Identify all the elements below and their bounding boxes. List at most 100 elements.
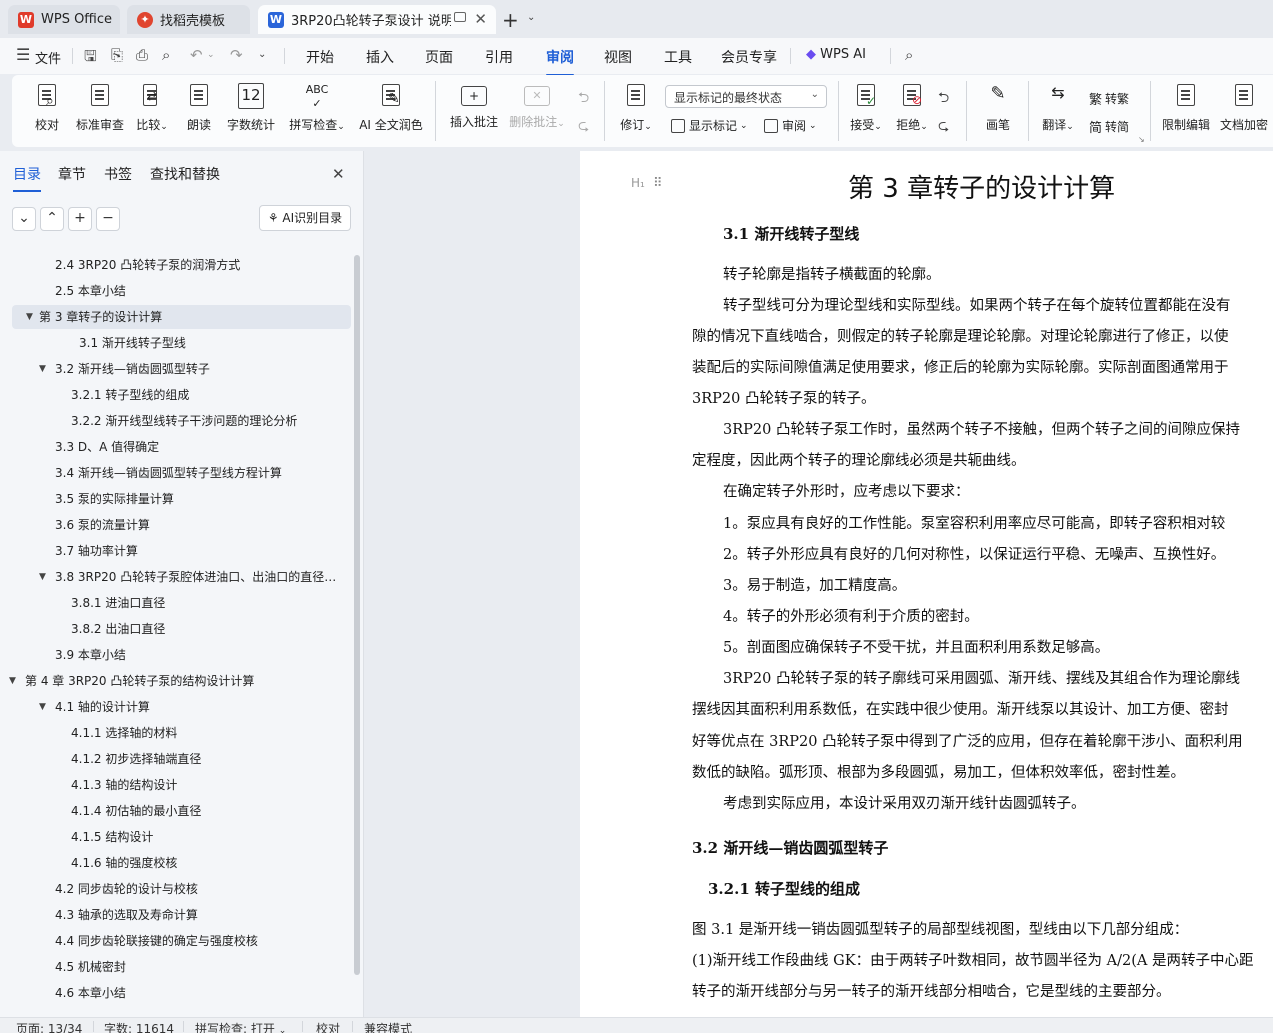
add-heading-icon[interactable]: +	[68, 207, 92, 231]
revise-button[interactable]: 修订⌄	[616, 83, 656, 133]
insert-comment-button[interactable]: + 插入批注	[446, 83, 502, 130]
toc-item[interactable]: 4.1.3 轴的结构设计	[71, 773, 346, 797]
menu-member[interactable]: 会员专享	[721, 47, 777, 67]
collapse-toggle-icon[interactable]: ▼	[39, 695, 46, 719]
tab-bookmarks[interactable]: 书签	[104, 164, 132, 184]
delete-comment-button[interactable]: ✕ 删除批注⌄	[506, 83, 568, 130]
next-change-icon[interactable]: ⮎	[938, 115, 949, 139]
previous-change-icon[interactable]: ⮌	[938, 87, 949, 111]
toc-item[interactable]: 3.7 轴功率计算	[55, 539, 346, 563]
collapse-toggle-icon[interactable]: ▼	[39, 565, 46, 589]
next-comment-icon[interactable]: ⮎	[578, 115, 589, 139]
doc-encrypt-button[interactable]: 文档加密	[1218, 83, 1270, 133]
toc-item[interactable]: 3.3 D、A 值得确定	[55, 435, 346, 459]
toc-item[interactable]: 3.8.2 出油口直径	[71, 617, 346, 641]
tab-sections[interactable]: 章节	[58, 164, 86, 184]
spell-check-status[interactable]: 拼写检查: 打开 ⌄	[195, 1020, 286, 1033]
menu-review[interactable]: 审阅	[546, 47, 574, 76]
menu-view[interactable]: 视图	[604, 47, 632, 67]
toc-item[interactable]: 4.1.1 选择轴的材料	[71, 721, 346, 745]
read-aloud-button[interactable]: 朗读	[180, 83, 218, 133]
accept-button[interactable]: ✓ 接受⌄	[846, 83, 886, 133]
toc-item[interactable]: 3.8.1 进油口直径	[71, 591, 346, 615]
proofread-button[interactable]: ⌕ 校对	[28, 83, 66, 133]
word-count-button[interactable]: 12 字数统计	[224, 83, 278, 133]
menu-tools[interactable]: 工具	[664, 47, 692, 67]
toc-item[interactable]: 3.6 泵的流量计算	[55, 513, 346, 537]
heading-level-icon[interactable]: H₁	[631, 176, 645, 190]
hamburger-icon[interactable]: ☰	[16, 45, 30, 64]
page-indicator[interactable]: 页面: 13/34	[16, 1020, 82, 1033]
to-simplified-button[interactable]: 简 转简	[1089, 117, 1129, 136]
print-icon[interactable]: ⎙	[136, 46, 148, 64]
search-icon[interactable]: ⌕	[905, 46, 913, 64]
menu-page[interactable]: 页面	[425, 47, 453, 67]
review-pane-button[interactable]: 审阅 ⌄	[764, 117, 817, 134]
expand-all-icon[interactable]: ⌄	[12, 207, 36, 231]
device-icon[interactable]	[454, 12, 466, 22]
close-pane-icon[interactable]: ✕	[332, 165, 345, 183]
previous-comment-icon[interactable]: ⮌	[578, 87, 589, 111]
expand-icon[interactable]: ↘	[1138, 135, 1145, 144]
tab-wps-office[interactable]: W WPS Office	[8, 5, 120, 34]
to-traditional-button[interactable]: 繁 转繁	[1089, 89, 1129, 108]
print-preview-icon[interactable]: ⌕	[162, 46, 170, 64]
toc-item[interactable]: 4.3 轴承的选取及寿命计算	[55, 903, 346, 927]
toc-item[interactable]: 3.2.2 渐开线型线转子干涉问题的理论分析	[71, 409, 346, 433]
toc-item[interactable]: 3.4 渐开线—销齿圆弧型转子型线方程计算	[55, 461, 346, 485]
export-icon[interactable]: ⎘	[111, 46, 123, 64]
reject-button[interactable]: ⊘ 拒绝⌄	[892, 83, 932, 133]
tab-daoke-templates[interactable]: ✦ 找稻壳模板	[127, 5, 250, 34]
compare-button[interactable]: ⇄ 比较⌄	[132, 83, 172, 133]
toc-item[interactable]: ▼ 3.8 3RP20 凸轮转子泵腔体进油口、出油口的直径计算	[39, 565, 346, 589]
spell-check-button[interactable]: ABC ✓ 拼写检查⌄	[286, 83, 348, 133]
restrict-edit-button[interactable]: 限制编辑	[1160, 83, 1212, 133]
undo-dropdown-icon[interactable]: ⌄	[207, 50, 215, 60]
undo-icon[interactable]: ↶	[190, 46, 203, 64]
menu-reference[interactable]: 引用	[485, 47, 513, 67]
toc-item[interactable]: ▼ 3.2 渐开线—销齿圆弧型转子	[39, 357, 346, 381]
tab-find-replace[interactable]: 查找和替换	[150, 164, 220, 184]
drag-handle-icon[interactable]: ⠿	[653, 176, 662, 191]
toc-item[interactable]: 3.5 泵的实际排量计算	[55, 487, 346, 511]
toc-item[interactable]: 4.1.5 结构设计	[71, 825, 346, 849]
toc-item[interactable]: ▼ 4.1 轴的设计计算	[39, 695, 346, 719]
toc-item[interactable]: 4.1.4 初估轴的最小直径	[71, 799, 346, 823]
toc-item[interactable]: 4.1.2 初步选择轴端直径	[71, 747, 346, 771]
collapse-all-icon[interactable]: ⌃	[40, 207, 64, 231]
remove-heading-icon[interactable]: −	[96, 207, 120, 231]
toc-item[interactable]: 4.4 同步齿轮联接键的确定与强度校核	[55, 929, 346, 953]
toc-item[interactable]: ▼ 第 4 章 3RP20 凸轮转子泵的结构设计计算	[9, 669, 346, 693]
standard-review-button[interactable]: 标准审查	[74, 83, 126, 133]
tab-document[interactable]: W 3RP20凸轮转子泵设计 说明书 ✕	[258, 5, 496, 34]
ai-toc-button[interactable]: ⚘ AI识别目录	[259, 205, 351, 231]
toc-item[interactable]: 3.2.1 转子型线的组成	[71, 383, 346, 407]
toc-item[interactable]: 4.5 机械密封	[55, 955, 346, 979]
redo-icon[interactable]: ↷	[230, 46, 243, 64]
toc-item[interactable]: 4.1.6 轴的强度校核	[71, 851, 346, 875]
chevron-down-icon[interactable]: ⌄	[527, 12, 535, 23]
pane-scrollbar[interactable]	[354, 255, 360, 975]
toc-item[interactable]: 4.2 同步齿轮的设计与校核	[55, 877, 346, 901]
menu-insert[interactable]: 插入	[366, 47, 394, 67]
proofread-status[interactable]: 校对	[316, 1020, 340, 1033]
toc-item[interactable]: 3.9 本章小结	[55, 643, 346, 667]
toc-item[interactable]: 2.4 3RP20 凸轮转子泵的润滑方式	[55, 253, 346, 277]
toc-item[interactable]: 4.6 本章小结	[55, 981, 346, 1005]
ai-polish-button[interactable]: ✎ AI 全文润色	[356, 83, 426, 133]
close-tab-icon[interactable]: ✕	[474, 10, 487, 28]
toc-item[interactable]: 3.1 渐开线转子型线	[79, 331, 346, 355]
show-markup-button[interactable]: 显示标记 ⌄	[671, 117, 748, 134]
new-tab-icon[interactable]: +	[502, 8, 519, 32]
customize-chevron-icon[interactable]: ⌄	[258, 49, 266, 60]
pen-button[interactable]: ✎ 画笔	[980, 83, 1016, 133]
toc-item[interactable]: ▼ 第 3 章转子的设计计算	[12, 305, 351, 329]
collapse-toggle-icon[interactable]: ▼	[39, 357, 46, 381]
menu-start[interactable]: 开始	[306, 47, 334, 67]
save-icon[interactable]: 🖫	[84, 46, 97, 71]
toc-item[interactable]: 2.5 本章小结	[55, 279, 346, 303]
collapse-toggle-icon[interactable]: ▼	[26, 305, 33, 329]
markup-mode-select[interactable]: 显示标记的最终状态 ⌄	[665, 85, 827, 108]
menu-file[interactable]: 文件	[35, 48, 61, 67]
translate-button[interactable]: ⇆ 翻译⌄	[1038, 83, 1078, 133]
